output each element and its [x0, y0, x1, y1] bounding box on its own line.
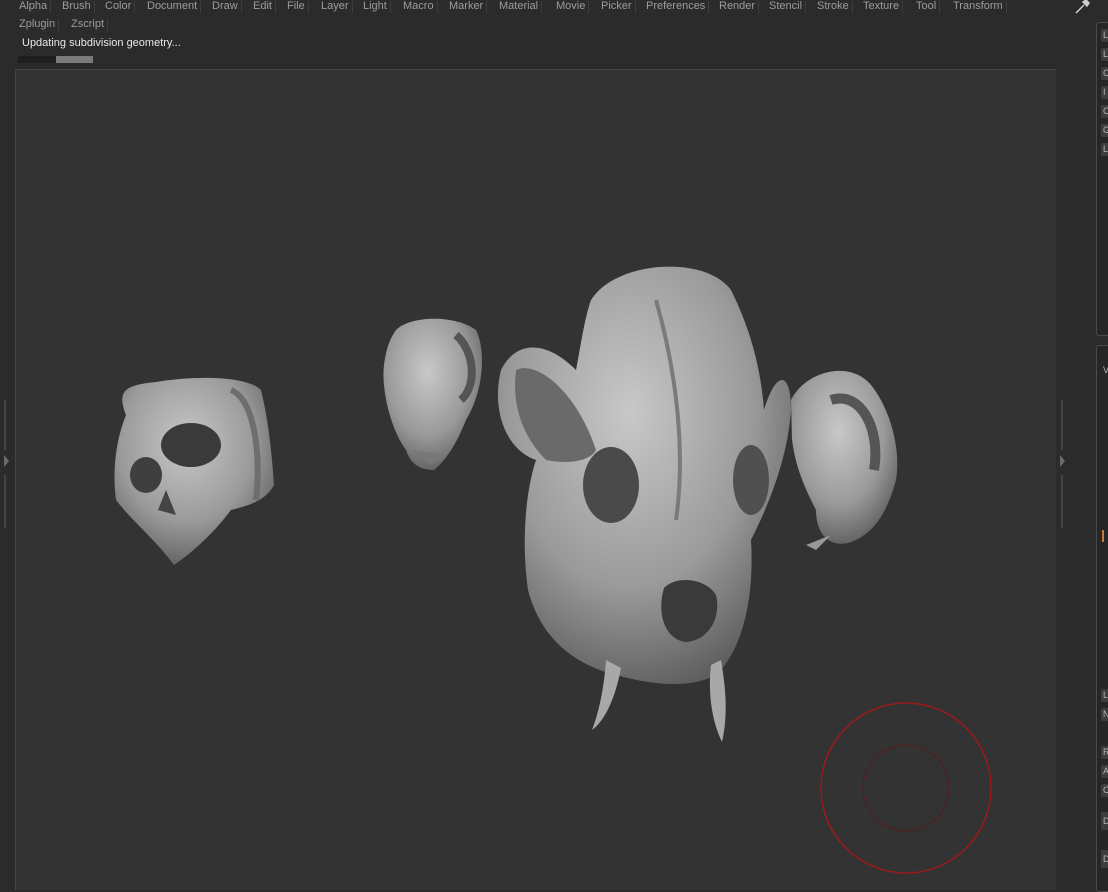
menu-picker[interactable]: Picker: [597, 0, 636, 14]
menu-stroke[interactable]: Stroke: [813, 0, 853, 14]
viewport-render: [114, 266, 992, 874]
brush-tool-icon[interactable]: [1074, 0, 1090, 14]
palette-button-2[interactable]: L: [1101, 48, 1108, 61]
menu-render[interactable]: Render: [715, 0, 760, 14]
document-canvas[interactable]: [15, 69, 1056, 890]
palette-button-3[interactable]: C: [1101, 67, 1108, 80]
menu-material[interactable]: Material: [495, 0, 543, 14]
menu-transform[interactable]: Transform: [949, 0, 1007, 14]
menu-movie[interactable]: Movie: [552, 0, 590, 14]
small-skull-model: [383, 318, 482, 470]
palette-section-bottom: [1096, 345, 1108, 892]
left-tray-handle[interactable]: [3, 400, 9, 530]
palette-button-1[interactable]: L: [1101, 29, 1108, 42]
menu-edit[interactable]: Edit: [249, 0, 276, 14]
menu-brush[interactable]: Brush: [58, 0, 95, 14]
palette-button-5[interactable]: C: [1101, 105, 1108, 118]
brush-cursor: [820, 702, 992, 874]
palette-label-v: V: [1103, 365, 1108, 375]
right-tray-handle[interactable]: [1059, 400, 1065, 530]
menu-texture[interactable]: Texture: [859, 0, 904, 14]
palette-button-14[interactable]: D: [1101, 850, 1108, 868]
palette-button-7[interactable]: L: [1101, 143, 1108, 156]
palette-accent-marker: [1102, 530, 1104, 542]
status-message: Updating subdivision geometry...: [22, 37, 181, 49]
menu-marker[interactable]: Marker: [445, 0, 488, 14]
palette-button-13[interactable]: D: [1101, 812, 1108, 830]
menu-alpha[interactable]: Alpha: [15, 0, 52, 14]
menu-stencil[interactable]: Stencil: [765, 0, 807, 14]
menu-preferences[interactable]: Preferences: [642, 0, 710, 14]
menu-layer[interactable]: Layer: [317, 0, 353, 14]
menu-macro[interactable]: Macro: [399, 0, 438, 14]
menu-light[interactable]: Light: [359, 0, 391, 14]
menu-document[interactable]: Document: [143, 0, 202, 14]
menu-zscript[interactable]: Zscript: [67, 18, 108, 32]
cat-skull-model: [497, 266, 791, 742]
palette-button-12[interactable]: C: [1101, 784, 1108, 797]
palette-button-4[interactable]: I: [1101, 86, 1108, 99]
palette-button-10[interactable]: R: [1101, 746, 1108, 759]
human-skull-model: [114, 377, 274, 565]
palette-button-8[interactable]: L: [1101, 689, 1108, 702]
menu-tool[interactable]: Tool: [912, 0, 941, 14]
progress-bar: [18, 56, 93, 63]
menu-draw[interactable]: Draw: [208, 0, 242, 14]
menu-file[interactable]: File: [283, 0, 309, 14]
menu-color[interactable]: Color: [101, 0, 136, 14]
progress-fill: [56, 56, 93, 63]
menu-bar: Alpha Brush Color Document Draw Edit Fil…: [0, 0, 1070, 38]
palette-button-6[interactable]: G: [1101, 124, 1108, 137]
palette-button-9[interactable]: N: [1101, 708, 1108, 721]
palette-button-11[interactable]: A: [1101, 765, 1108, 778]
side-skull-model: [791, 370, 898, 550]
menu-zplugin[interactable]: Zplugin: [15, 18, 60, 32]
